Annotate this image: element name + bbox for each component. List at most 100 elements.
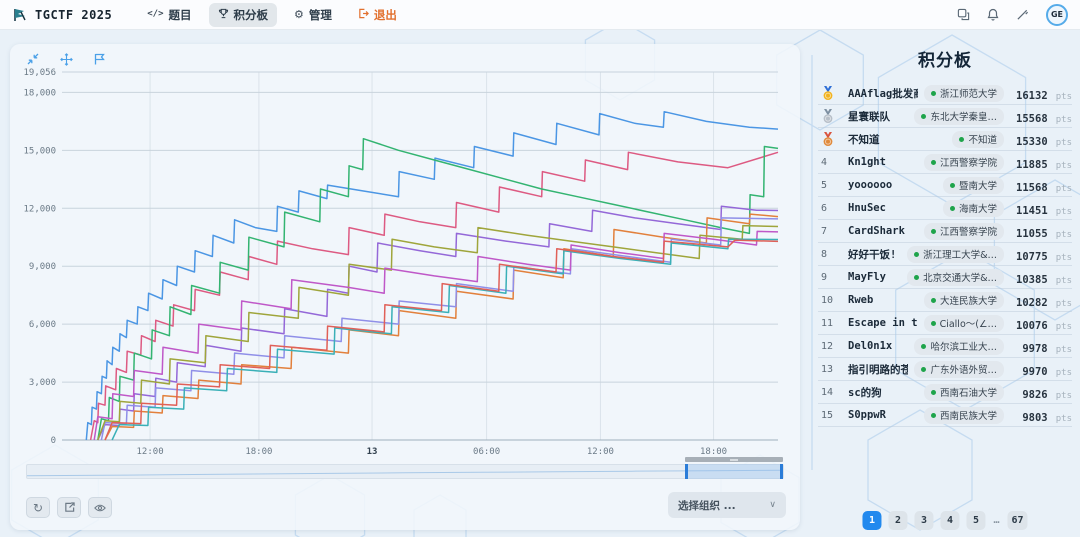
online-status-dot [950,206,955,211]
points-value: 10076 [1016,320,1048,332]
org-name: Ciallo～(∠… [940,316,997,330]
refresh-button[interactable]: ↻ [26,497,50,518]
rank-cell: 9 [818,272,842,283]
rank-cell: 13 [818,364,842,375]
table-row[interactable]: 14 sc的狗 西南石油大学 9826 pts [818,381,1072,404]
points-value: 11055 [1016,228,1048,240]
y-axis-tick-label: 0 [51,436,56,446]
table-row[interactable]: 12 Del0n1x 哈尔滨工业大… 9978 pts [818,335,1072,358]
table-row[interactable]: 4 Kn1ght 江西警察学院 11885 pts [818,151,1072,174]
team-name: 好好干饭! [848,247,901,262]
user-avatar[interactable]: GE [1046,4,1068,26]
online-status-dot [931,321,936,326]
nav-item-admin[interactable]: ⚙ 管理 [285,3,341,27]
table-row[interactable]: 7 CardShark 江西警察学院 11055 pts [818,220,1072,243]
table-row[interactable]: 5 yoooooo 暨南大学 11568 pts [818,174,1072,197]
points-value: 11451 [1016,205,1048,217]
nav-item-label: 管理 [309,7,332,23]
table-row[interactable]: 15 S0ppwR 西南民族大学 9803 pts [818,404,1072,427]
org-name: 西南民族大学 [940,408,997,422]
collapse-icon[interactable] [27,53,39,66]
pagination-page-3[interactable]: 3 [914,511,933,530]
pan-move-icon[interactable] [60,53,73,66]
pagination-ellipsis: … [992,511,1000,530]
points-cell: 15568 pts [1010,107,1072,126]
nav-menu: </> 题目 积分板 ⚙ 管理 退出 [138,3,406,27]
org-badge: 北京交通大学&… [907,269,1004,286]
org-badge: 西南民族大学 [924,407,1004,424]
minimap-drag-handle[interactable] [685,457,783,462]
table-row[interactable]: 13 指引明路的苍蓝星 广东外语外贸… 9970 pts [818,358,1072,381]
timeline-minimap[interactable] [26,464,784,479]
team-name: MayFly [848,271,901,283]
org-name: 不知道 [968,132,997,146]
scoreboard-rows: AAAflag批发商 浙江师范大学 16132 pts 星寰联队 东北大学秦皇…… [818,82,1072,427]
org-name: 浙江师范大学 [940,86,997,100]
pagination-page-1[interactable]: 1 [862,511,881,530]
y-axis-tick-label: 9,000 [29,262,56,272]
table-row[interactable]: 9 MayFly 北京交通大学&… 10385 pts [818,266,1072,289]
gear-icon: ⚙ [294,9,304,20]
rank-cell: 6 [818,203,842,214]
org-name: 海南大学 [959,201,997,215]
notifications-bell-icon[interactable] [987,8,999,21]
table-row[interactable]: 不知道 不知道 15330 pts [818,128,1072,151]
chart-toolbar [27,53,105,66]
points-cell: 10076 pts [1010,314,1072,333]
rank-cell [818,132,842,147]
table-row[interactable]: 8 好好干饭! 浙江理工大学&… 10775 pts [818,243,1072,266]
visibility-button[interactable] [88,497,112,518]
points-cell: 10385 pts [1010,268,1072,287]
table-row[interactable]: 10 Rweb 大连民族大学 10282 pts [818,289,1072,312]
organization-switch-icon[interactable] [957,8,970,21]
nav-item-challenges[interactable]: </> 题目 [138,3,200,27]
org-badge: 西南石油大学 [924,384,1004,401]
points-cell: 16132 pts [1010,84,1072,103]
team-name: Rweb [848,294,918,306]
rank-cell: 15 [818,410,842,421]
online-status-dot [914,275,919,280]
theme-wand-icon[interactable] [1016,8,1029,21]
table-row[interactable]: AAAflag批发商 浙江师范大学 16132 pts [818,82,1072,105]
table-row[interactable]: 6 HnuSec 海南大学 11451 pts [818,197,1072,220]
nav-item-logout[interactable]: 退出 [349,3,406,27]
chevron-down-icon: ∨ [769,503,776,508]
team-name: sc的狗 [848,385,918,400]
org-name: 暨南大学 [959,178,997,192]
online-status-dot [921,114,926,119]
pagination-page-4[interactable]: 4 [940,511,959,530]
team-name: yoooooo [848,179,937,191]
flag-icon[interactable] [94,53,105,66]
points-suffix: pts [1056,138,1072,148]
points-cell: 10282 pts [1010,291,1072,310]
table-row[interactable]: 星寰联队 东北大学秦皇… 15568 pts [818,105,1072,128]
points-cell: 9970 pts [1010,360,1072,379]
points-cell: 11568 pts [1010,176,1072,195]
points-suffix: pts [1056,322,1072,332]
online-status-dot [959,137,964,142]
org-badge: Ciallo～(∠… [924,315,1004,332]
score-chart[interactable]: 03,0006,0009,00012,00015,00018,00019,056… [18,64,786,460]
org-name: 广东外语外贸… [930,362,997,376]
rank-cell: 14 [818,387,842,398]
table-row[interactable]: 11 Escape in the sun Ciallo～(∠… 10076 pt… [818,312,1072,335]
pagination-page-2[interactable]: 2 [888,511,907,530]
organization-select[interactable]: 选择组织 ... ∨ [668,492,786,518]
organization-select-label: 选择组织 ... [678,498,736,513]
score-chart-card: 03,0006,0009,00012,00015,00018,00019,056… [10,44,800,530]
nav-item-scoreboard[interactable]: 积分板 [209,3,278,27]
org-name: 哈尔滨工业大… [930,339,997,353]
points-suffix: pts [1056,299,1072,309]
team-name: 星寰联队 [848,109,908,124]
points-cell: 15330 pts [1010,130,1072,149]
pagination-page-67[interactable]: 67 [1007,511,1027,530]
org-badge: 哈尔滨工业大… [914,338,1004,355]
brand[interactable]: TGCTF 2025 [12,7,112,23]
points-value: 11885 [1016,159,1048,171]
team-name: Escape in the sun [848,317,918,329]
team-name: Del0n1x [848,340,908,352]
minimap-selection[interactable] [685,464,783,479]
export-button[interactable] [57,497,81,518]
pagination-page-5[interactable]: 5 [966,511,985,530]
scoreboard-panel: 积分板 AAAflag批发商 浙江师范大学 16132 pts 星寰联队 东北大… [818,46,1072,537]
